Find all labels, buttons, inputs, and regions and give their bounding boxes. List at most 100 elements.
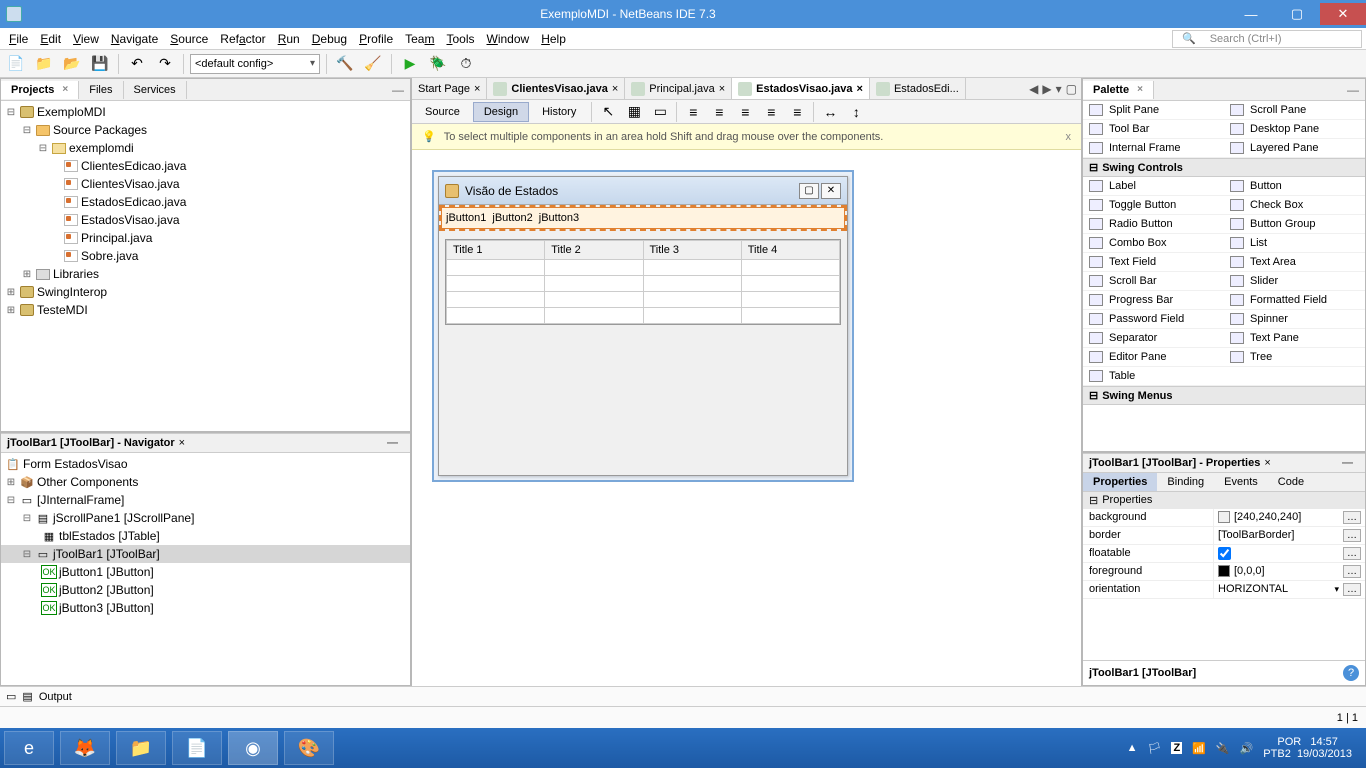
tab-list-icon[interactable]: ▾ — [1056, 82, 1062, 96]
palette-item[interactable]: Scroll Bar — [1083, 272, 1224, 291]
file-node[interactable]: Principal.java — [81, 231, 152, 245]
palette-item[interactable]: Split Pane — [1083, 101, 1224, 120]
close-icon[interactable]: × — [612, 83, 618, 95]
internal-frame[interactable]: Visão de Estados ▢ ✕ jButton1 jButton2 j… — [438, 176, 848, 476]
property-row[interactable]: border[ToolBarBorder]… — [1083, 527, 1365, 545]
jtable-component[interactable]: Title 1 Title 2 Title 3 Title 4 — [445, 239, 841, 325]
scroll-left-icon[interactable]: ◀ — [1029, 82, 1038, 96]
clean-build-button[interactable]: 🧹 — [361, 53, 385, 75]
tray-power-icon[interactable]: 🔌 — [1216, 742, 1230, 755]
file-node[interactable]: EstadosEdicao.java — [81, 195, 186, 209]
palette-item[interactable]: Check Box — [1224, 196, 1365, 215]
menu-edit[interactable]: Edit — [35, 30, 66, 48]
close-icon[interactable]: × — [474, 83, 480, 95]
taskbar-ie[interactable]: e — [4, 731, 54, 765]
file-node[interactable]: ClientesEdicao.java — [81, 159, 186, 173]
minimize-panel-button[interactable]: — — [381, 437, 404, 449]
palette-item[interactable]: Text Area — [1224, 253, 1365, 272]
jbutton1[interactable]: jButton1 — [446, 212, 486, 224]
palette-item[interactable]: Progress Bar — [1083, 291, 1224, 310]
tab-start-page[interactable]: Start Page× — [412, 78, 487, 100]
file-node[interactable]: Sobre.java — [81, 249, 138, 263]
palette-item[interactable]: Desktop Pane — [1224, 120, 1365, 139]
table-header[interactable]: Title 2 — [545, 241, 643, 260]
maximize-button[interactable]: ▢ — [1274, 3, 1320, 25]
taskbar-firefox[interactable]: 🦊 — [60, 731, 110, 765]
palette-category[interactable]: ⊟Swing Menus — [1083, 386, 1365, 405]
tray-clock[interactable]: POR 14:57 PTB2 19/03/2013 — [1263, 736, 1352, 760]
menu-window[interactable]: Window — [482, 30, 535, 48]
scroll-right-icon[interactable]: ▶ — [1042, 82, 1051, 96]
property-row[interactable]: floatable… — [1083, 545, 1365, 563]
minimize-button[interactable]: — — [1228, 3, 1274, 25]
restore-windows-icon[interactable]: ▭ — [6, 690, 16, 703]
resize-h-button[interactable]: ↔ — [818, 101, 842, 123]
taskbar-netbeans[interactable]: ◉ — [228, 731, 278, 765]
table-header[interactable]: Title 4 — [741, 241, 839, 260]
palette-body[interactable]: Split Pane Scroll Pane Tool Bar Desktop … — [1083, 101, 1365, 451]
palette-item[interactable]: Separator — [1083, 329, 1224, 348]
props-tab-events[interactable]: Events — [1214, 473, 1268, 491]
property-row[interactable]: orientationHORIZONTAL▾… — [1083, 581, 1365, 599]
align-top-button[interactable]: ≡ — [759, 101, 783, 123]
tray-flag-icon[interactable]: ▲ — [1127, 742, 1138, 754]
minimize-panel-button[interactable]: — — [386, 83, 410, 97]
palette-item[interactable]: Text Field — [1083, 253, 1224, 272]
help-icon[interactable]: ? — [1343, 665, 1359, 681]
design-canvas[interactable]: Visão de Estados ▢ ✕ jButton1 jButton2 j… — [412, 150, 1081, 686]
tray-volume-icon[interactable]: 🔊 — [1240, 742, 1254, 755]
property-row[interactable]: background[240,240,240]… — [1083, 509, 1365, 527]
project-node[interactable]: TesteMDI — [37, 303, 88, 317]
ellipsis-button[interactable]: … — [1343, 583, 1361, 596]
resize-v-button[interactable]: ↕ — [844, 101, 868, 123]
palette-item[interactable]: Tool Bar — [1083, 120, 1224, 139]
file-node[interactable]: ClientesVisao.java — [81, 177, 180, 191]
props-tab-binding[interactable]: Binding — [1157, 473, 1214, 491]
button-node[interactable]: jButton2 [JButton] — [59, 583, 154, 597]
new-project-button[interactable]: 📁 — [32, 53, 56, 75]
ellipsis-button[interactable]: … — [1343, 547, 1361, 560]
taskbar-paint[interactable]: 🎨 — [284, 731, 334, 765]
menu-profile[interactable]: Profile — [354, 30, 398, 48]
tab-palette[interactable]: Palette× — [1083, 81, 1154, 99]
preview-button[interactable]: ▭ — [648, 101, 672, 123]
tab-estados-visao[interactable]: EstadosVisao.java× — [732, 78, 870, 100]
property-checkbox[interactable] — [1218, 547, 1231, 560]
palette-item[interactable]: Spinner — [1224, 310, 1365, 329]
menu-navigate[interactable]: Navigate — [106, 30, 163, 48]
palette-item[interactable]: Layered Pane — [1224, 139, 1365, 158]
table-node[interactable]: tblEstados [JTable] — [59, 529, 160, 543]
ellipsis-button[interactable]: … — [1343, 529, 1361, 542]
menu-help[interactable]: Help — [536, 30, 571, 48]
subtab-design[interactable]: Design — [473, 102, 529, 122]
tab-estados-edicao[interactable]: EstadosEdi... — [870, 78, 966, 100]
internal-frame-node[interactable]: [JInternalFrame] — [37, 493, 124, 507]
palette-item[interactable] — [1224, 367, 1365, 386]
debug-button[interactable]: 🪲 — [426, 53, 450, 75]
subtab-source[interactable]: Source — [414, 102, 471, 122]
maximize-editor-icon[interactable]: ▢ — [1066, 82, 1077, 96]
jbutton2[interactable]: jButton2 — [492, 212, 532, 224]
close-button[interactable]: ✕ — [1320, 3, 1366, 25]
config-combo[interactable]: <default config> — [190, 54, 320, 74]
toolbar-node[interactable]: jToolBar1 [JToolBar] — [53, 547, 160, 561]
props-tab-code[interactable]: Code — [1268, 473, 1314, 491]
align-bottom-button[interactable]: ≡ — [785, 101, 809, 123]
palette-item[interactable]: Radio Button — [1083, 215, 1224, 234]
project-node[interactable]: SwingInterop — [37, 285, 107, 299]
frame-close-button[interactable]: ✕ — [821, 183, 841, 199]
close-icon[interactable]: × — [62, 84, 68, 95]
minimize-panel-button[interactable]: — — [1336, 457, 1359, 469]
jbutton3[interactable]: jButton3 — [539, 212, 579, 224]
properties-section[interactable]: ⊟Properties — [1083, 492, 1365, 509]
taskbar-libreoffice[interactable]: 📄 — [172, 731, 222, 765]
other-components-node[interactable]: Other Components — [37, 475, 138, 489]
taskbar-explorer[interactable]: 📁 — [116, 731, 166, 765]
projects-tree[interactable]: ⊟ExemploMDI ⊟Source Packages ⊟exemplomdi… — [1, 101, 410, 431]
build-button[interactable]: 🔨 — [333, 53, 357, 75]
palette-item[interactable]: Internal Frame — [1083, 139, 1224, 158]
close-hint-button[interactable]: x — [1066, 131, 1072, 143]
libraries-node[interactable]: Libraries — [53, 267, 99, 281]
palette-item[interactable]: List — [1224, 234, 1365, 253]
new-file-button[interactable]: 📄 — [4, 53, 28, 75]
